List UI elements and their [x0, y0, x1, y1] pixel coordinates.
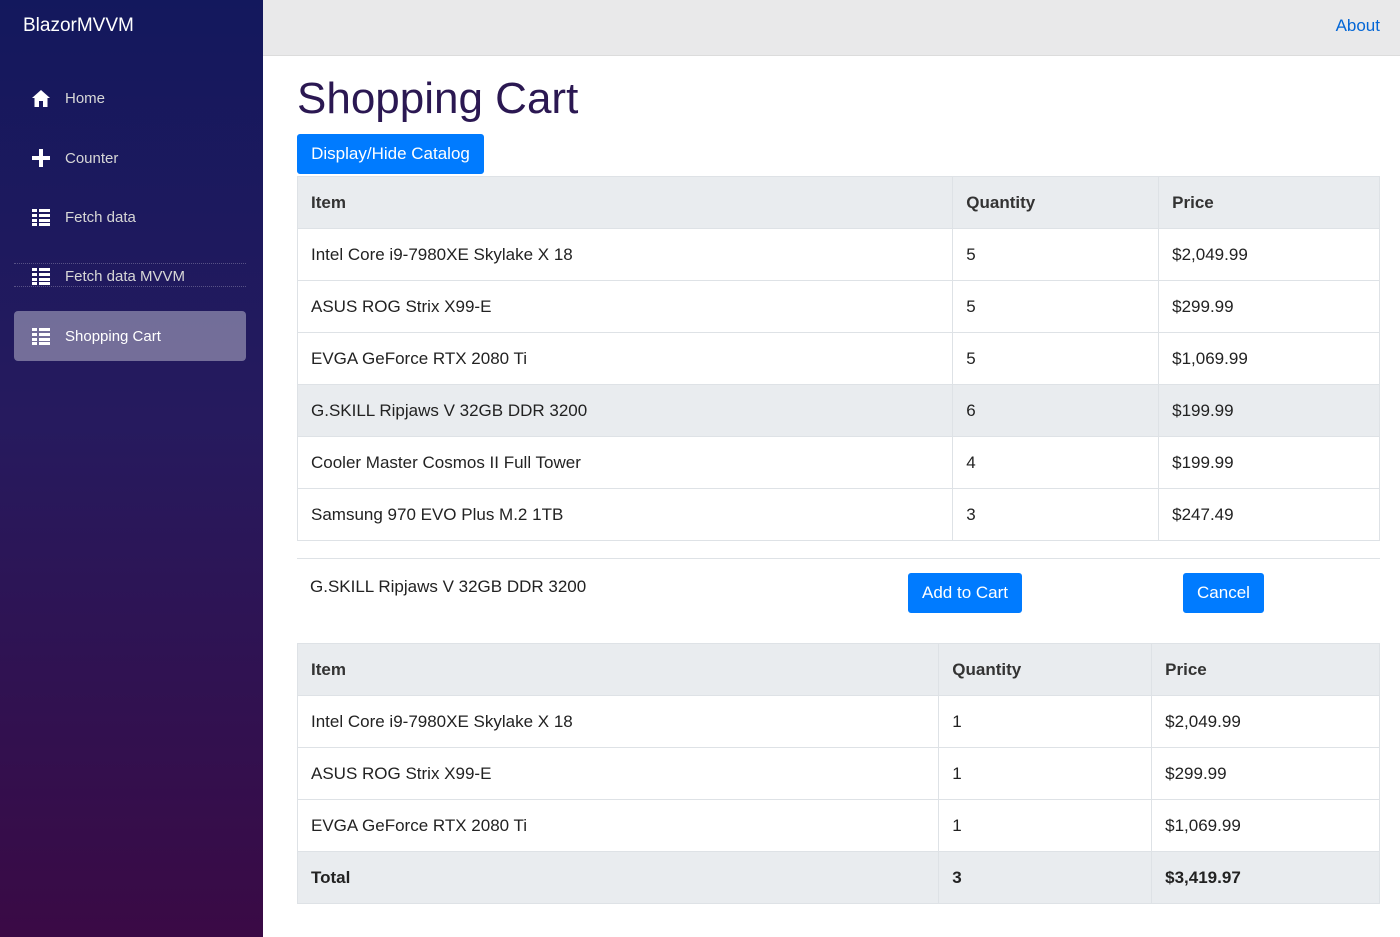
price-cell: $1,069.99	[1158, 332, 1380, 385]
item-cell: ASUS ROG Strix X99-E	[296, 280, 954, 333]
table-row[interactable]: Intel Core i9-7980XE Skylake X 18 5 $2,0…	[296, 228, 1380, 281]
price-cell: $299.99	[1158, 280, 1380, 333]
quantity-cell: 3	[952, 488, 1160, 541]
sidebar: BlazorMVVM Home Counter Fetch data Fetch…	[0, 0, 263, 937]
column-header-item: Item	[296, 643, 940, 696]
table-row[interactable]: ASUS ROG Strix X99-E 5 $299.99	[296, 280, 1380, 333]
item-cell: Cooler Master Cosmos II Full Tower	[296, 436, 954, 489]
price-cell: $2,049.99	[1151, 695, 1380, 748]
nav-divider	[14, 286, 246, 287]
price-cell: $199.99	[1158, 384, 1380, 437]
item-cell: Intel Core i9-7980XE Skylake X 18	[296, 695, 940, 748]
selected-item-name: G.SKILL Ripjaws V 32GB DDR 3200	[310, 577, 587, 596]
add-to-cart-panel: G.SKILL Ripjaws V 32GB DDR 3200 Add to C…	[297, 558, 1380, 628]
add-to-cart-button[interactable]: Add to Cart	[908, 573, 1022, 613]
cancel-button[interactable]: Cancel	[1183, 573, 1264, 613]
sidebar-item-label: Shopping Cart	[65, 327, 161, 345]
sidebar-item-label: Fetch data	[65, 208, 136, 226]
sidebar-item-home[interactable]: Home	[14, 73, 246, 123]
item-cell: ASUS ROG Strix X99-E	[296, 747, 940, 800]
item-cell: G.SKILL Ripjaws V 32GB DDR 3200	[296, 384, 954, 437]
price-cell: $299.99	[1151, 747, 1380, 800]
sidebar-item-fetch-data[interactable]: Fetch data	[14, 192, 246, 242]
price-cell: $2,049.99	[1158, 228, 1380, 281]
cart-table: Item Quantity Price Intel Core i9-7980XE…	[296, 643, 1380, 904]
quantity-cell: 5	[952, 332, 1160, 385]
column-header-price: Price	[1158, 176, 1380, 229]
quantity-cell: 1	[938, 695, 1153, 748]
quantity-cell: 4	[952, 436, 1160, 489]
page-title: Shopping Cart	[297, 74, 579, 123]
table-row[interactable]: Samsung 970 EVO Plus M.2 1TB 3 $247.49	[296, 488, 1380, 541]
about-link[interactable]: About	[1336, 16, 1380, 36]
price-cell: $1,069.99	[1151, 799, 1380, 852]
total-label: Total	[296, 851, 940, 904]
quantity-cell: 1	[938, 799, 1153, 852]
table-row: EVGA GeForce RTX 2080 Ti 1 $1,069.99	[296, 799, 1380, 852]
home-icon	[31, 88, 51, 108]
display-hide-catalog-button[interactable]: Display/Hide Catalog	[297, 134, 484, 174]
item-cell: EVGA GeForce RTX 2080 Ti	[296, 332, 954, 385]
price-cell: $247.49	[1158, 488, 1380, 541]
quantity-cell: 5	[952, 228, 1160, 281]
quantity-cell: 1	[938, 747, 1153, 800]
table-row: Intel Core i9-7980XE Skylake X 18 1 $2,0…	[296, 695, 1380, 748]
sidebar-item-counter[interactable]: Counter	[14, 133, 246, 183]
sidebar-item-label: Counter	[65, 149, 119, 167]
table-row[interactable]: Cooler Master Cosmos II Full Tower 4 $19…	[296, 436, 1380, 489]
column-header-item: Item	[296, 176, 954, 229]
table-header-row: Item Quantity Price	[296, 176, 1380, 229]
sidebar-item-fetch-data-mvvm[interactable]: Fetch data MVVM	[14, 251, 246, 301]
total-row: Total 3 $3,419.97	[296, 851, 1380, 904]
item-cell: EVGA GeForce RTX 2080 Ti	[296, 799, 940, 852]
sidebar-item-shopping-cart[interactable]: Shopping Cart	[14, 311, 246, 361]
table-header-row: Item Quantity Price	[296, 643, 1380, 696]
plus-icon	[31, 148, 51, 168]
quantity-cell: 6	[952, 384, 1160, 437]
list-icon	[31, 207, 51, 227]
price-cell: $199.99	[1158, 436, 1380, 489]
item-cell: Intel Core i9-7980XE Skylake X 18	[296, 228, 954, 281]
table-row-selected[interactable]: G.SKILL Ripjaws V 32GB DDR 3200 6 $199.9…	[296, 384, 1380, 437]
sidebar-item-label: Home	[65, 89, 106, 107]
quantity-cell: 5	[952, 280, 1160, 333]
catalog-table: Item Quantity Price Intel Core i9-7980XE…	[296, 176, 1380, 541]
table-row: ASUS ROG Strix X99-E 1 $299.99	[296, 747, 1380, 800]
column-header-price: Price	[1151, 643, 1380, 696]
sidebar-item-label: Fetch data MVVM	[65, 267, 186, 285]
total-price: $3,419.97	[1151, 851, 1380, 904]
total-quantity: 3	[938, 851, 1153, 904]
brand-title[interactable]: BlazorMVVM	[23, 15, 134, 37]
item-cell: Samsung 970 EVO Plus M.2 1TB	[296, 488, 954, 541]
list-icon	[31, 266, 51, 286]
column-header-quantity: Quantity	[938, 643, 1153, 696]
list-icon	[31, 326, 51, 346]
table-row[interactable]: EVGA GeForce RTX 2080 Ti 5 $1,069.99	[296, 332, 1380, 385]
column-header-quantity: Quantity	[952, 176, 1160, 229]
top-bar: About	[263, 0, 1400, 56]
